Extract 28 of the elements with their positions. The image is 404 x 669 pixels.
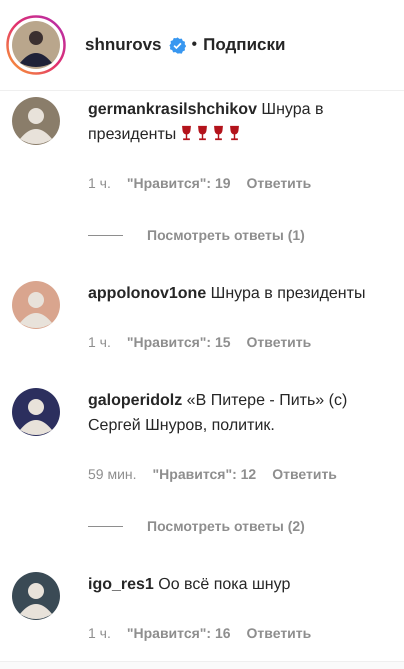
wine-glass-icon [181,125,192,141]
wine-glass-icon [229,125,240,141]
likes-count[interactable]: "Нравится": 12 [152,464,256,484]
comment-time: 1 ч. [88,174,111,193]
avatar-icon[interactable] [12,572,60,620]
comment-text: appolonov1one Шнура в президенты [88,284,366,304]
reply-link[interactable]: Ответить [272,464,337,484]
likes-count[interactable]: "Нравится": 16 [126,623,231,643]
comment-text: germankrasilshchikov Шнура в президенты [88,100,324,145]
comment-text: igo_res1 Оо всё пока шнур [88,575,292,595]
avatar-icon[interactable] [12,388,60,436]
following-link[interactable]: Подписки [203,35,286,55]
reply-link[interactable]: Ответить [246,623,312,643]
separator: • [192,36,198,54]
reply-link[interactable]: Ответить [246,173,312,193]
wine-glass-icon [197,125,208,141]
comment-time: 1 ч. [88,333,111,352]
avatar-icon[interactable] [6,15,66,75]
view-replies-link[interactable]: Посмотреть ответы (1) [147,225,305,245]
comment-time: 1 ч. [88,624,111,643]
username[interactable]: shnurovs [85,35,162,55]
reply-link[interactable]: Ответить [246,332,312,352]
likes-count[interactable]: "Нравится": 19 [126,173,231,193]
comment-time: 59 мин. [88,465,137,484]
likes-count[interactable]: "Нравится": 15 [126,332,231,352]
view-replies-link[interactable]: Посмотреть ответы (2) [147,516,305,536]
wine-glass-icon [213,125,224,141]
comment-text: galoperidolz «В Питере - Пить» (c) Сергей Шнуров, политик. [88,391,348,436]
